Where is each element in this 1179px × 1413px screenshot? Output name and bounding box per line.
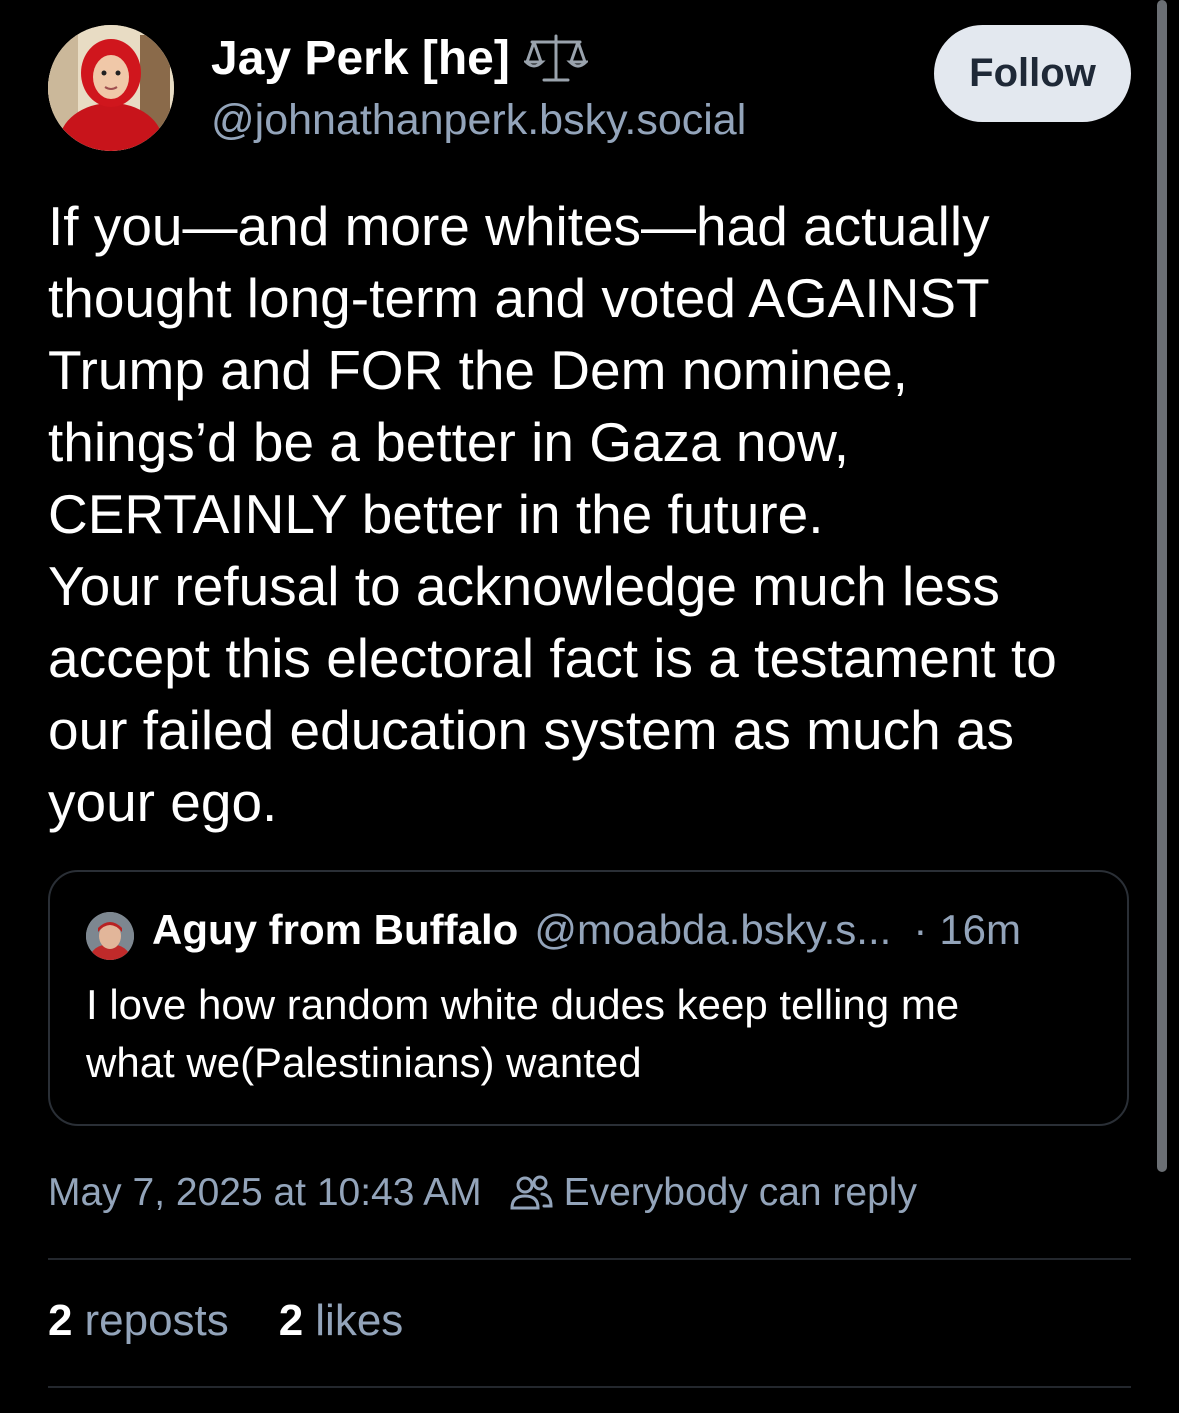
author-display-name-text: Jay Perk [he] [211, 31, 510, 85]
author-display-name[interactable]: Jay Perk [he] [211, 30, 590, 86]
quoted-author-name[interactable]: Aguy from Buffalo [152, 906, 518, 954]
post-stats: 2 reposts 2 likes [48, 1296, 453, 1346]
reposts-label: reposts [84, 1296, 229, 1345]
quoted-post-text: I love how random white dudes keep telli… [86, 976, 1106, 1092]
quoted-post-time[interactable]: 16m [939, 906, 1021, 954]
post-text-line: CERTAINLY better in the future. [48, 483, 824, 545]
quoted-author-handle[interactable]: @moabda.bsky.s... [534, 906, 891, 954]
post-text-line: our failed education system as much as [48, 699, 1015, 761]
likes-count: 2 [278, 1296, 304, 1345]
quoted-post-text-line: I love how random white dudes keep telli… [86, 981, 960, 1028]
post-text-line: thought long-term and voted AGAINST [48, 267, 990, 329]
post-meta: May 7, 2025 at 10:43 AM Everybody can re… [48, 1170, 917, 1216]
balance-scale-icon [522, 30, 590, 86]
post-text-line: If you—and more whites—had actually [48, 195, 990, 257]
people-icon [508, 1170, 554, 1216]
avatar-image [48, 25, 174, 151]
post-text-line: Trump and FOR the Dem nominee, [48, 339, 908, 401]
reply-setting[interactable]: Everybody can reply [564, 1171, 917, 1215]
quoted-post-card[interactable]: Aguy from Buffalo @moabda.bsky.s... · 16… [48, 870, 1129, 1126]
quoted-post-header: Aguy from Buffalo @moabda.bsky.s... · 16… [152, 906, 1021, 954]
likes-stat[interactable]: 2 likes [279, 1296, 404, 1346]
post-text-line: accept this electoral fact is a testamen… [48, 627, 1057, 689]
author-avatar[interactable] [48, 25, 174, 151]
quoted-avatar-image [86, 912, 134, 960]
follow-button[interactable]: Follow [934, 25, 1131, 122]
divider-top [48, 1258, 1131, 1260]
post-text-line: your ego. [48, 771, 278, 833]
post-timestamp: May 7, 2025 at 10:43 AM [48, 1171, 482, 1214]
quoted-author-avatar[interactable] [86, 912, 134, 960]
scrollbar[interactable] [1157, 0, 1167, 1172]
post-text-line: Your refusal to acknowledge much less [48, 555, 1000, 617]
quoted-separator: · [913, 906, 928, 953]
quoted-post-text-line: what we(Palestinians) wanted [86, 1039, 642, 1086]
post-text: If you—and more whites—had actually thoug… [48, 190, 1148, 838]
post-text-line: things’d be a better in Gaza now, [48, 411, 850, 473]
author-handle[interactable]: @johnathanperk.bsky.social [211, 96, 746, 145]
reposts-stat[interactable]: 2 reposts [48, 1296, 229, 1346]
likes-label: likes [315, 1296, 404, 1345]
divider-bottom [48, 1386, 1131, 1388]
reposts-count: 2 [48, 1296, 73, 1345]
